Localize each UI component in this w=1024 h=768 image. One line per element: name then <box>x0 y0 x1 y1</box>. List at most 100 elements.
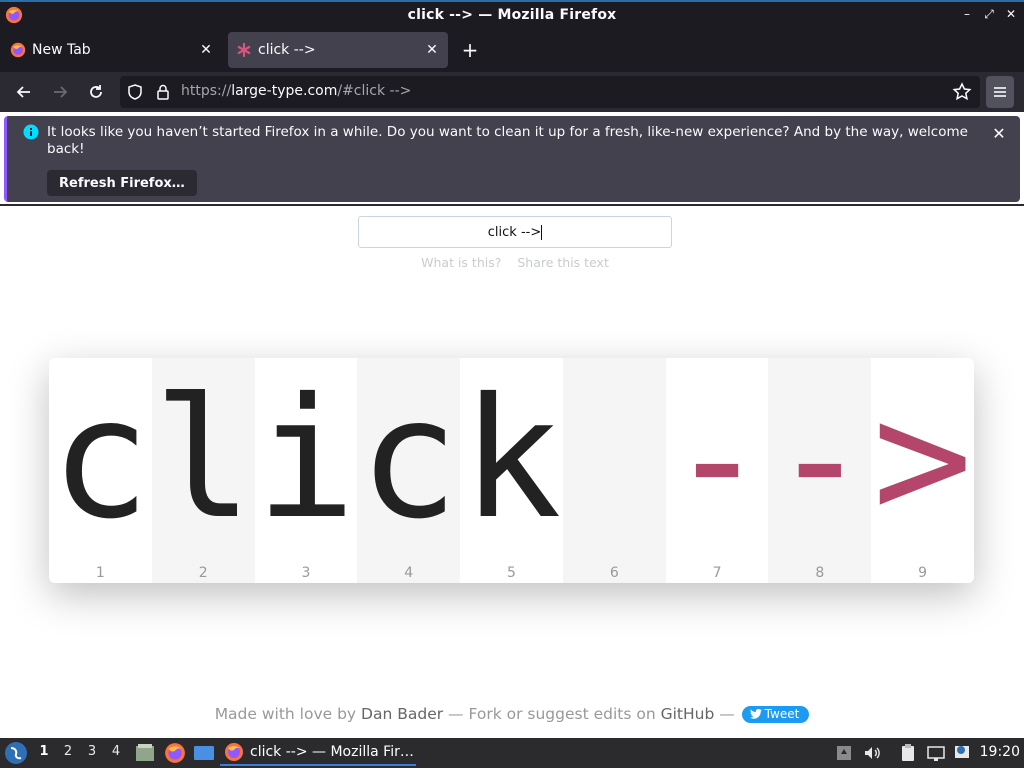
what-is-this-link[interactable]: What is this? <box>421 255 501 270</box>
char-glyph: - <box>667 363 768 556</box>
char-index: 3 <box>301 565 311 581</box>
char-glyph: c <box>50 363 151 556</box>
firefox-icon <box>10 42 26 58</box>
char-glyph: > <box>872 363 973 556</box>
workspace-1[interactable]: 1 <box>34 744 54 762</box>
share-text-link[interactable]: Share this text <box>517 255 609 270</box>
char-index: 7 <box>712 565 722 581</box>
footer-text: — Fork or suggest edits on <box>443 705 661 723</box>
tab-new-tab[interactable]: New Tab ✕ <box>2 32 222 68</box>
tweet-label: Tweet <box>764 707 800 721</box>
workspace-3[interactable]: 3 <box>82 744 102 762</box>
close-window-button[interactable]: ✕ <box>1004 6 1018 22</box>
tab-click[interactable]: click --> ✕ <box>228 32 448 68</box>
char-cell: l2 <box>151 358 255 583</box>
volume-icon[interactable] <box>862 743 882 763</box>
lock-icon[interactable] <box>154 83 172 101</box>
char-glyph: l <box>153 363 254 556</box>
minimize-button[interactable]: – <box>960 6 974 22</box>
url-protocol: https:// <box>181 83 232 99</box>
bookmark-star-icon[interactable] <box>952 82 972 102</box>
character-board: c1 l2 i3 c4 k5 6 -7 -8 >9 <box>49 358 974 583</box>
page-footer: Made with love by Dan Bader — Fork or su… <box>0 705 1024 723</box>
author-link[interactable]: Dan Bader <box>361 705 443 723</box>
char-cell: -7 <box>665 358 769 583</box>
asterisk-icon <box>236 42 252 58</box>
url-host: large-type.com <box>231 83 338 99</box>
char-glyph: - <box>769 363 870 556</box>
shield-icon[interactable] <box>126 83 144 101</box>
notification-icon[interactable] <box>952 743 972 763</box>
char-index: 1 <box>95 565 105 581</box>
clipboard-icon[interactable] <box>898 743 918 763</box>
char-cell: -8 <box>768 358 872 583</box>
footer-text: — <box>714 705 740 723</box>
maximize-button[interactable]: ⤢ <box>982 6 996 22</box>
char-cell: >9 <box>871 358 974 583</box>
url-bar[interactable]: https://large-type.com/#click --> <box>120 76 980 108</box>
firefox-icon <box>5 6 23 24</box>
tweet-button[interactable]: Tweet <box>741 706 810 723</box>
url-path: /#click --> <box>337 83 412 99</box>
storage-icon[interactable] <box>834 743 854 763</box>
char-index: 2 <box>198 565 208 581</box>
app-menu-button[interactable] <box>986 76 1014 108</box>
url-text: https://large-type.com/#click --> <box>181 83 411 99</box>
char-cell: i3 <box>254 358 358 583</box>
char-cell: k5 <box>460 358 563 583</box>
forward-button[interactable] <box>46 78 74 106</box>
file-manager-icon[interactable] <box>134 742 156 764</box>
char-index: 6 <box>609 565 619 581</box>
reload-icon <box>90 85 102 98</box>
char-index: 9 <box>918 565 928 581</box>
firefox-icon[interactable] <box>164 742 186 764</box>
new-tab-button[interactable]: + <box>458 38 482 62</box>
close-tab-icon[interactable]: ✕ <box>422 40 442 60</box>
navigation-bar: https://large-type.com/#click --> <box>0 72 1024 112</box>
input-text: click --> <box>487 225 543 240</box>
char-cell: c4 <box>357 358 461 583</box>
refresh-notification: It looks like you haven’t started Firefo… <box>4 116 1020 202</box>
arrow-left-icon <box>16 86 30 98</box>
twitter-bird-icon <box>749 708 762 719</box>
start-menu-icon[interactable] <box>4 741 28 765</box>
close-tab-icon[interactable]: ✕ <box>196 40 216 60</box>
info-icon <box>23 124 39 140</box>
taskbar-window-firefox[interactable]: click --> — Mozilla Fir… <box>220 740 416 766</box>
char-glyph: i <box>255 363 356 556</box>
tab-label: click --> <box>258 42 316 58</box>
firefox-icon <box>225 743 243 761</box>
char-glyph: k <box>461 363 562 556</box>
window-titlebar: click --> — Mozilla Firefox – ⤢ ✕ <box>0 0 1024 28</box>
helper-links: What is this? Share this text <box>358 255 672 270</box>
desktop-icon[interactable] <box>193 742 215 764</box>
char-glyph: c <box>358 363 459 556</box>
back-button[interactable] <box>10 78 38 106</box>
large-type-input[interactable]: click --> <box>358 216 672 248</box>
footer-text: Made with love by <box>214 705 362 723</box>
clock: 19:20 <box>979 744 1020 760</box>
close-icon[interactable]: ✕ <box>990 124 1008 143</box>
tab-strip: New Tab ✕ click --> ✕ + <box>0 28 1024 72</box>
github-link[interactable]: GitHub <box>661 705 715 723</box>
char-index: 4 <box>404 565 414 581</box>
reload-button[interactable] <box>82 78 110 106</box>
tab-label: New Tab <box>32 42 91 58</box>
task-label: click --> — Mozilla Fir… <box>250 744 414 760</box>
char-cell: c1 <box>49 358 152 583</box>
system-taskbar: 1 2 3 4 click --> — Mozilla Fir… 19:20 <box>0 738 1024 768</box>
window-controls: – ⤢ ✕ <box>960 6 1018 22</box>
workspace-4[interactable]: 4 <box>106 744 126 762</box>
notification-message: It looks like you haven’t started Firefo… <box>47 124 968 157</box>
workspace-2[interactable]: 2 <box>58 744 78 762</box>
network-icon[interactable] <box>926 743 946 763</box>
refresh-firefox-button[interactable]: Refresh Firefox… <box>47 170 197 196</box>
window-title: click --> — Mozilla Firefox <box>407 7 617 23</box>
screen: click --> — Mozilla Firefox – ⤢ ✕ New Ta… <box>0 0 1024 768</box>
char-cell: 6 <box>562 358 666 583</box>
hamburger-menu-icon <box>994 87 1006 97</box>
char-index: 8 <box>815 565 825 581</box>
arrow-right-icon <box>54 86 68 98</box>
char-index: 5 <box>507 565 516 581</box>
divider <box>0 204 1024 206</box>
